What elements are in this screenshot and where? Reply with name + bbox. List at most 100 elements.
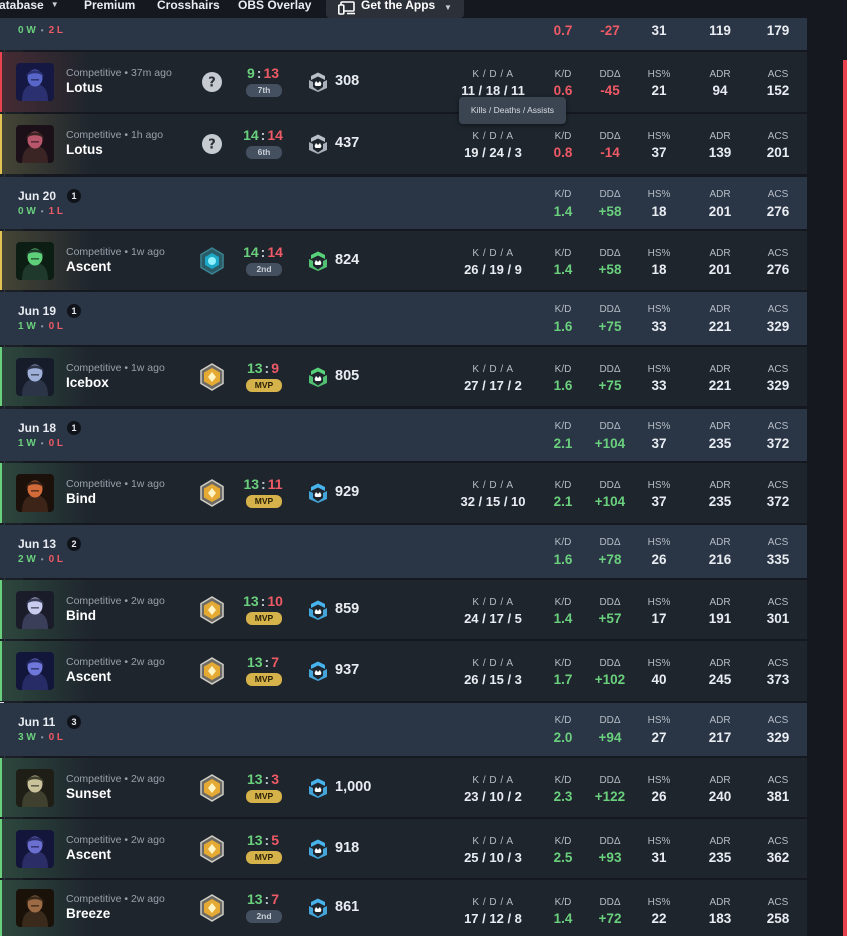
match-count-badge: 2 (67, 537, 81, 551)
kda-header: K / D / A (472, 364, 514, 375)
nav-crosshairs[interactable]: Crosshairs (157, 0, 220, 12)
score-separator: : (264, 359, 270, 376)
wins-count: 1 W (18, 438, 36, 449)
kd-value: 2.1 (553, 436, 573, 451)
dd-value: +94 (598, 730, 622, 745)
match-row[interactable]: Competitive • 37m ago Lotus? 9:13 7th 308 K /… (0, 52, 807, 112)
win-loss-record: 3 W • 0 L (18, 732, 63, 743)
match-mode-time: Competitive • 2w ago (66, 833, 165, 846)
hs-header: HS% (647, 897, 671, 908)
rank-silver-icon (307, 133, 329, 155)
adr-value: 119 (709, 23, 731, 38)
score-team: 13 (246, 891, 263, 907)
match-row[interactable]: Competitive • 1w ago Bind 13:11 MVP 929 K / D… (0, 463, 807, 523)
wins-count: 0 W (18, 206, 36, 217)
match-score: 13:7 (238, 891, 288, 907)
adr-header: ADR (709, 421, 731, 432)
nav-obs-overlay[interactable]: OBS Overlay (238, 0, 311, 12)
score-enemy: 7 (271, 654, 280, 670)
kda-value: 26 / 15 / 3 (464, 672, 522, 687)
match-row[interactable]: Competitive • 2w ago Bind 13:10 MVP 859 K / D… (0, 580, 807, 639)
day-summary-row: Jun 18 1 1 W • 0 L K/D 2.1 DDΔ +104 HS% 37 ADR 235 AC… (0, 409, 807, 461)
separator-dot: • (40, 207, 44, 216)
acs-header: ACS (767, 248, 789, 259)
kd-value: 1.4 (553, 262, 573, 277)
hs-value: 22 (651, 911, 667, 926)
hs-value: 33 (651, 319, 667, 334)
score-separator: : (256, 65, 262, 81)
adr-value: 201 (708, 204, 732, 219)
match-count-badge: 1 (67, 304, 81, 318)
placement-badge: 6th (246, 146, 282, 159)
day-date: Jun 13 (18, 537, 57, 551)
match-row[interactable]: Competitive • 2w ago Ascent 13:7 MVP 937 K / … (0, 641, 807, 701)
losses-count: 0 L (48, 321, 64, 332)
unrated-question-icon: ? (198, 67, 226, 97)
adr-value: 191 (708, 611, 732, 626)
acs-header: ACS (767, 480, 789, 491)
dd-header: DDΔ (599, 775, 621, 786)
hs-value: 27 (651, 730, 667, 745)
unrated-question-icon: ? (198, 129, 226, 159)
hs-header: HS% (647, 69, 671, 80)
nav-database[interactable]: atabase ▼ (0, 0, 59, 12)
match-score: 13:5 (238, 832, 288, 848)
kda-header: K / D / A (472, 69, 514, 80)
match-row[interactable]: Competitive • 2w ago Sunset 13:3 MVP 1,000 K … (0, 758, 807, 817)
dd-header: DDΔ (599, 131, 621, 142)
score-enemy: 14 (267, 127, 283, 143)
dd-header: DDΔ (599, 248, 621, 259)
hs-value: 40 (651, 672, 667, 687)
match-row[interactable]: Competitive • 2w ago Ascent 13:5 MVP 918 K / … (0, 819, 807, 878)
dd-header: DDΔ (599, 597, 621, 608)
wins-count: 1 W (18, 321, 36, 332)
win-loss-record: 0 W • 1 L (18, 206, 63, 217)
rank-rating: 929 (335, 484, 360, 500)
score-team: 13 (246, 770, 263, 787)
agent-portrait-icon (16, 358, 54, 396)
wins-count: 0 W (18, 25, 36, 36)
rank-green-icon (307, 250, 329, 272)
match-score: 13:10 (238, 593, 288, 609)
dd-header: DDΔ (599, 836, 621, 847)
match-row[interactable]: Competitive • 1h ago Lotus? 14:14 6th 437 K /… (0, 114, 807, 174)
dd-value: +78 (598, 552, 622, 567)
match-row[interactable]: Competitive • 2w ago Breeze 13:7 2nd 861 K / … (0, 880, 807, 936)
agent-portrait-icon (16, 591, 54, 629)
kd-header: K/D (554, 715, 572, 726)
rank-silver-icon (307, 71, 329, 93)
day-date: Jun 19 (18, 304, 57, 318)
placement-badge: 7th (246, 84, 282, 97)
acs-header: ACS (767, 189, 789, 200)
dd-value: +58 (598, 204, 622, 219)
dd-value: +57 (598, 611, 622, 626)
agent-portrait-icon (16, 125, 54, 163)
score-enemy: 7 (271, 891, 280, 907)
hs-header: HS% (647, 775, 671, 786)
hs-value: 31 (651, 23, 667, 38)
acs-value: 372 (766, 436, 790, 451)
match-row[interactable]: Competitive • 1w ago Ascent 14:14 2nd 824 K /… (0, 231, 807, 290)
kd-value: 0.7 (553, 23, 573, 38)
hs-value: 37 (651, 436, 667, 451)
kda-header: K / D / A (472, 658, 514, 669)
match-row[interactable]: Competitive • 1w ago Icebox 13:9 MVP 805 K / … (0, 347, 807, 406)
nav-premium[interactable]: Premium (84, 0, 135, 12)
kda-header: K / D / A (472, 248, 514, 259)
acs-value: 276 (766, 262, 790, 277)
score-enemy: 10 (267, 592, 283, 609)
dd-header: DDΔ (599, 364, 621, 375)
hs-value: 37 (651, 145, 667, 160)
kda-header: K / D / A (472, 775, 514, 786)
score-team: 13 (246, 359, 263, 376)
dd-value: +75 (598, 378, 622, 393)
match-mode-time: Competitive • 2w ago (66, 893, 165, 905)
get-the-apps-button[interactable]: Get the Apps ▼ (326, 0, 464, 18)
day-summary-row: Jun 19 1 1 W • 0 L K/D 1.6 DDΔ +75 HS% 33 ADR 221 ACS… (0, 292, 807, 345)
separator-dot: • (40, 26, 44, 35)
scroll-accent-bar (843, 60, 847, 936)
dd-header: DDΔ (599, 421, 621, 432)
nav-database-label: atabase (0, 0, 44, 12)
acs-value: 373 (766, 672, 790, 687)
match-score: 13:7 (238, 654, 288, 670)
